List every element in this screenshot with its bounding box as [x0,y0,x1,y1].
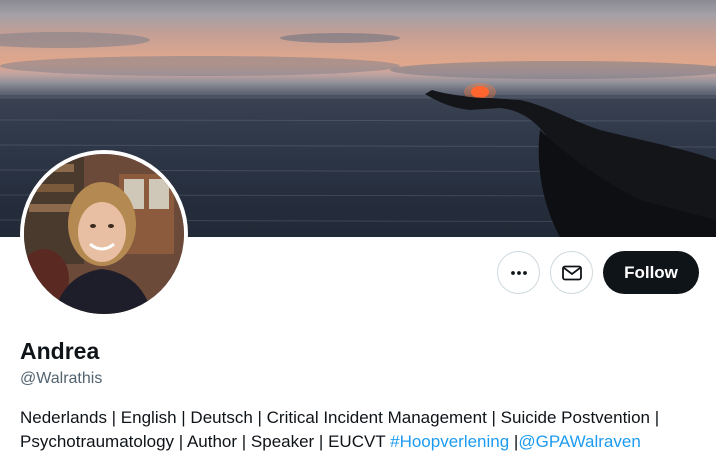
bio-separator: | [509,432,519,451]
bio-line-2: Psychotraumatology | Author | Speaker | … [20,430,710,454]
follow-button[interactable]: Follow [603,251,699,294]
avatar-photo [24,154,184,314]
envelope-icon [561,265,582,280]
bio-text: Psychotraumatology | Author | Speaker | … [20,432,391,451]
message-button[interactable] [550,251,593,294]
profile-bio: Nederlands | English | Deutsch | Critica… [20,406,710,454]
display-name: Andrea [20,338,100,364]
more-horizontal-icon [510,270,527,275]
hashtag-link[interactable]: #Hoopverlening [390,432,509,451]
profile-avatar[interactable] [20,150,188,318]
user-handle: @Walrathis [20,370,103,387]
mention-link[interactable]: @GPAWalraven [518,432,640,451]
more-options-button[interactable] [497,251,540,294]
profile-actions: Follow [497,251,699,294]
bio-line-1: Nederlands | English | Deutsch | Critica… [20,408,660,427]
